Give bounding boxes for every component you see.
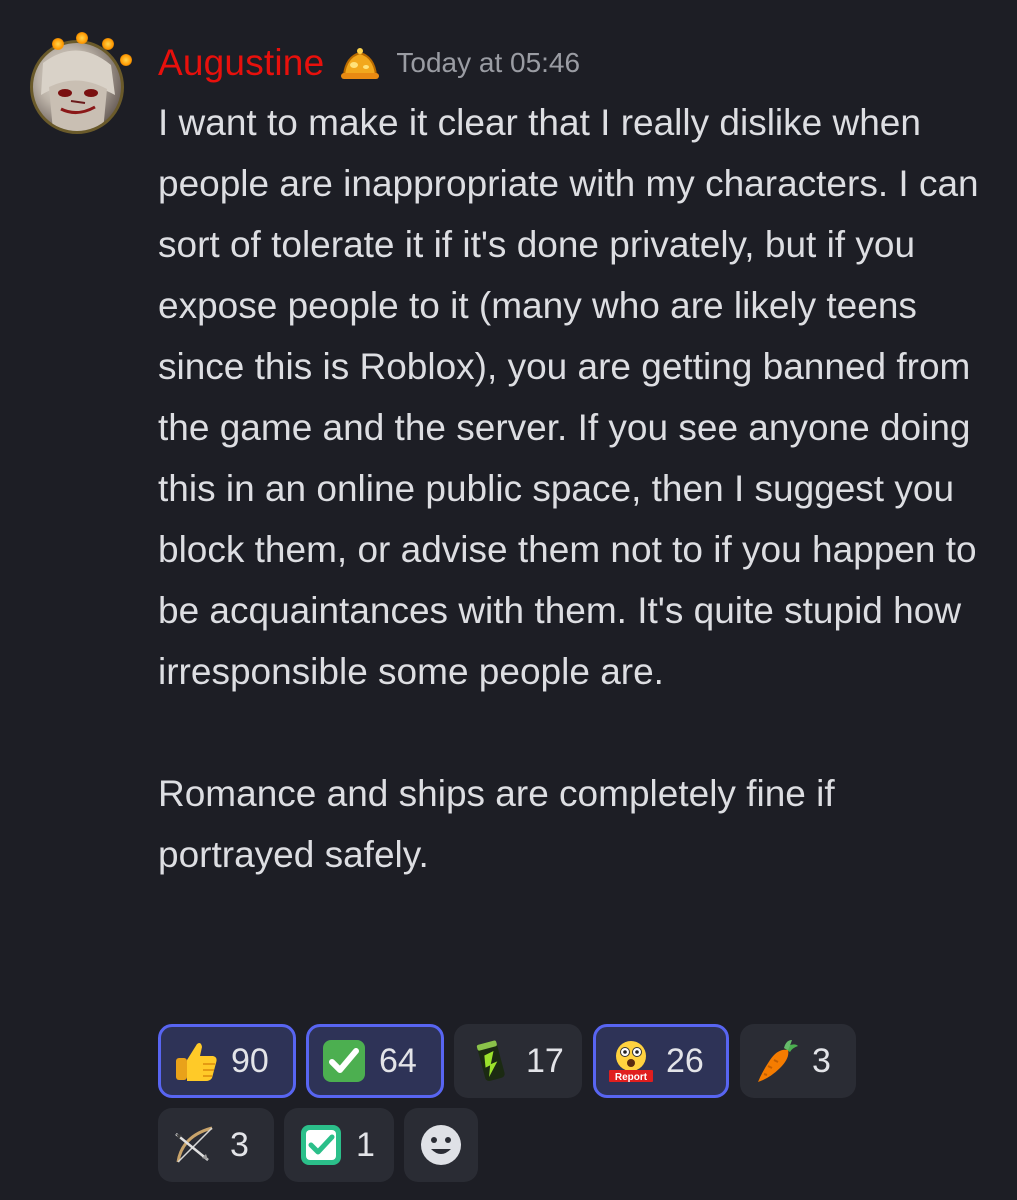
avatar-flame-decoration — [76, 32, 88, 44]
reaction-carrot[interactable]: 3 — [740, 1024, 856, 1098]
avatar-flame-decoration — [120, 54, 132, 66]
message-header: Augustine Today at 05:46 — [158, 38, 580, 88]
reaction-count: 64 — [379, 1041, 417, 1080]
reaction-count: 3 — [812, 1041, 831, 1080]
reaction-bow-and-arrow[interactable]: 3 — [158, 1108, 274, 1182]
message-timestamp: Today at 05:46 — [396, 47, 581, 78]
report-shocked-face-icon: Report — [608, 1038, 654, 1084]
smiley-add-reaction-icon — [421, 1125, 461, 1165]
avatar-flame-decoration — [52, 38, 64, 50]
reaction-count: 26 — [666, 1041, 704, 1080]
avatar[interactable] — [30, 40, 124, 134]
reaction-check-mark[interactable]: 64 — [306, 1024, 444, 1098]
author-avatar-frame[interactable] — [22, 30, 134, 134]
chat-message: Augustine Today at 05:46 I want to make … — [0, 0, 1017, 1200]
reaction-thumbs-up[interactable]: 90 — [158, 1024, 296, 1098]
check-mark-button-icon — [321, 1038, 367, 1084]
reaction-count: 17 — [526, 1041, 564, 1080]
avatar-portrait-icon — [41, 50, 115, 131]
reaction-energy-drink[interactable]: 17 — [454, 1024, 582, 1098]
message-content: I want to make it clear that I really di… — [158, 92, 998, 885]
reaction-count: 90 — [231, 1041, 269, 1080]
check-mark-green-icon — [298, 1122, 344, 1168]
reaction-green-check[interactable]: 1 — [284, 1108, 394, 1182]
reaction-report[interactable]: Report 26 — [593, 1024, 729, 1098]
add-reaction-button[interactable] — [404, 1108, 478, 1182]
reaction-count: 1 — [356, 1125, 375, 1164]
golden-bell-role-icon[interactable] — [338, 43, 382, 83]
avatar-flame-decoration — [102, 38, 114, 50]
message-paragraph: Romance and ships are completely fine if… — [158, 773, 835, 875]
report-label: Report — [615, 1072, 648, 1083]
message-paragraph: I want to make it clear that I really di… — [158, 102, 979, 692]
carrot-icon — [754, 1038, 800, 1084]
thumbs-up-icon — [173, 1038, 219, 1084]
author-username[interactable]: Augustine — [158, 42, 324, 84]
energy-drink-can-icon — [468, 1038, 514, 1084]
reaction-count: 3 — [230, 1125, 249, 1164]
bow-and-arrow-icon — [172, 1122, 218, 1168]
